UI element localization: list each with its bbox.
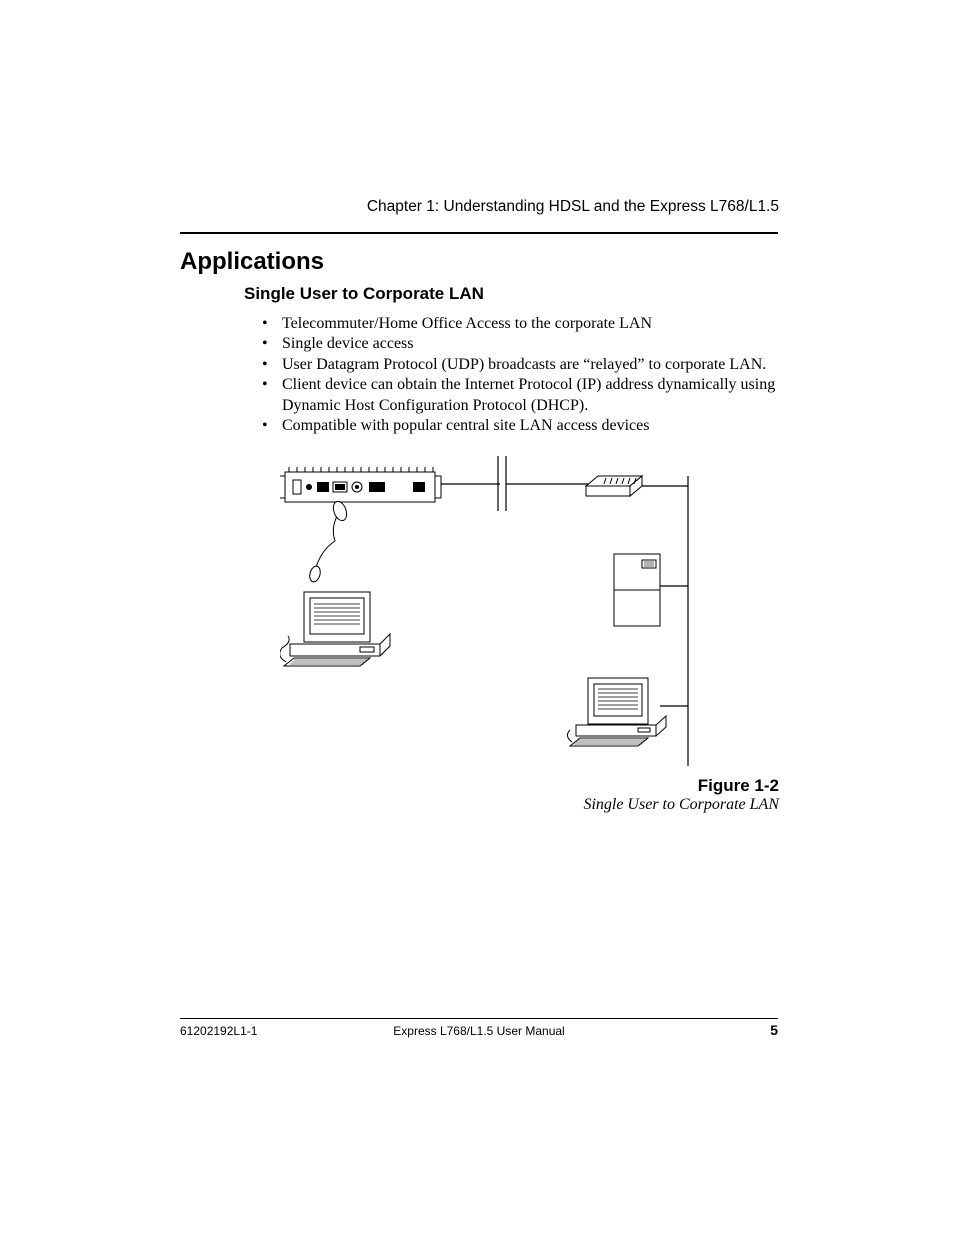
list-item: Single device access <box>262 334 778 354</box>
client-pc-icon <box>280 592 390 666</box>
figure-number: Figure 1-2 <box>583 776 779 796</box>
list-item: User Datagram Protocol (UDP) broadcasts … <box>262 355 778 375</box>
list-item: Telecommuter/Home Office Access to the c… <box>262 314 778 334</box>
figure-title: Single User to Corporate LAN <box>583 796 779 814</box>
heading-applications: Applications <box>180 248 324 276</box>
bullet-list: Telecommuter/Home Office Access to the c… <box>262 314 778 437</box>
mouse-icon <box>308 500 349 583</box>
heading-single-user: Single User to Corporate LAN <box>244 284 484 304</box>
footer-page-number: 5 <box>770 1022 778 1038</box>
header-rule <box>180 232 778 234</box>
lan-pc-icon <box>567 678 666 746</box>
footer-rule <box>180 1018 778 1019</box>
express-device-icon <box>280 467 441 502</box>
footer-doc-title: Express L768/L1.5 User Manual <box>180 1024 778 1038</box>
figure-1-2-diagram <box>280 456 720 776</box>
modem-icon <box>586 476 642 496</box>
list-item: Compatible with popular central site LAN… <box>262 416 778 436</box>
list-item: Client device can obtain the Internet Pr… <box>262 375 778 416</box>
page: Chapter 1: Understanding HDSL and the Ex… <box>0 0 954 1235</box>
server-icon <box>614 554 660 626</box>
figure-caption: Figure 1-2 Single User to Corporate LAN <box>583 776 779 814</box>
running-head: Chapter 1: Understanding HDSL and the Ex… <box>367 198 779 216</box>
